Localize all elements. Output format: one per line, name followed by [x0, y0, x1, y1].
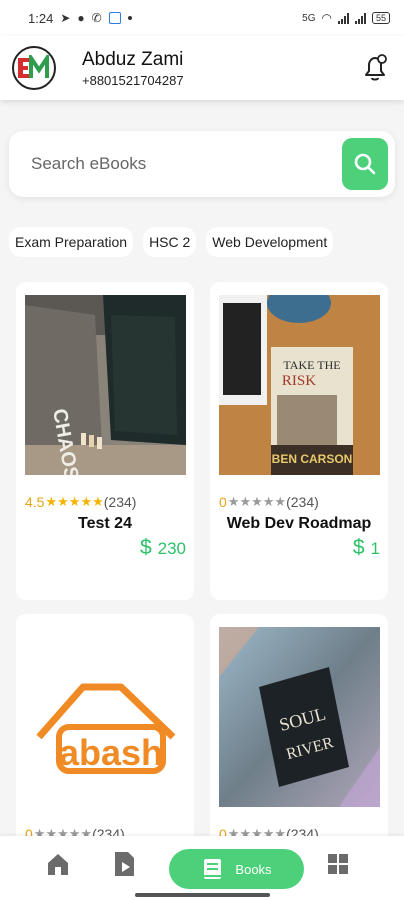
- app-notification-icon: [108, 12, 121, 24]
- nav-books[interactable]: Books: [169, 849, 304, 889]
- user-name: Abduz Zami: [82, 48, 184, 70]
- star-icon: ★: [57, 494, 69, 509]
- search-input[interactable]: [31, 154, 342, 174]
- star-icon: ★: [68, 494, 81, 509]
- network-speed-label: 5G: [302, 12, 316, 24]
- star-icon: ★: [92, 494, 104, 509]
- price-value: 230: [157, 539, 186, 558]
- book-card[interactable]: CHAOS 4.5 ★★★★★ (234) Test 24 $230: [16, 282, 194, 600]
- search-button[interactable]: [342, 138, 388, 190]
- star-icon: ★: [80, 494, 93, 509]
- bottom-navigation: Books: [0, 836, 404, 900]
- nav-videos[interactable]: [109, 849, 139, 879]
- book-card[interactable]: SOUL RIVER 0 ★★★★★ (234): [210, 614, 388, 844]
- video-file-icon: [115, 852, 134, 876]
- user-info: Abduz Zami +8801521704287: [82, 49, 358, 88]
- book-title: Web Dev Roadmap: [226, 515, 372, 532]
- signal-icon-1: [337, 12, 349, 24]
- home-icon: [48, 854, 68, 875]
- nav-grid[interactable]: [323, 849, 353, 879]
- app-logo[interactable]: [12, 46, 56, 90]
- book-price: $230: [140, 536, 186, 560]
- book-title: Test 24: [78, 515, 132, 532]
- more-notifications-icon: [127, 16, 132, 20]
- book-price: $1: [353, 536, 380, 560]
- notification-button[interactable]: [358, 51, 392, 85]
- status-bar: 1:24 ➤ ● ✆ 5G ◠ 55: [0, 0, 404, 36]
- book-cover-text: TAKE THE: [283, 358, 340, 372]
- bell-icon: [365, 54, 387, 81]
- star-icon: ★: [45, 494, 58, 509]
- nav-books-label: Books: [235, 861, 272, 877]
- book-cover: SOUL RIVER: [219, 627, 380, 807]
- star-icon: ★: [274, 494, 287, 509]
- search-icon: [354, 153, 376, 175]
- home-indicator: [135, 893, 270, 897]
- category-chip[interactable]: HSC 2: [143, 227, 197, 257]
- rating-value: 0: [219, 494, 227, 510]
- book-rating: 4.5 ★★★★★ (234): [25, 494, 136, 510]
- review-count: (234): [103, 494, 137, 510]
- category-chip[interactable]: Web Development: [206, 227, 334, 257]
- nav-home[interactable]: [43, 849, 73, 879]
- star-rating: ★★★★★: [45, 494, 103, 510]
- logo-icon: [18, 55, 49, 78]
- category-chips: Exam Preparation HSC 2 Web Development: [9, 227, 334, 257]
- star-icon: ★: [251, 494, 263, 509]
- book-cover-text: RISK: [282, 373, 316, 389]
- book-cover-text: abash: [59, 732, 163, 773]
- wifi-icon: ◠: [321, 11, 332, 25]
- book-cover: abash: [25, 627, 186, 807]
- star-icon: ★: [227, 494, 240, 509]
- star-icon: ★: [239, 494, 252, 509]
- rating-value: 4.5: [25, 494, 45, 510]
- currency-symbol: $: [352, 536, 365, 559]
- status-time: 1:24: [28, 10, 54, 26]
- send-icon: ➤: [60, 11, 71, 25]
- book-cover-text: BEN CARSON: [272, 452, 353, 466]
- category-chip[interactable]: Exam Preparation: [9, 227, 134, 257]
- call-icon: ✆: [91, 11, 102, 25]
- price-value: 1: [370, 539, 380, 558]
- book-card[interactable]: abash 0 ★★★★★ (234): [16, 614, 194, 844]
- user-phone: +8801521704287: [82, 72, 184, 88]
- star-rating: ★★★★★: [228, 494, 286, 510]
- review-count: (234): [286, 494, 319, 510]
- grid-icon: [328, 854, 348, 874]
- star-icon: ★: [262, 494, 275, 509]
- book-card[interactable]: TAKE THE RISK BEN CARSON 0 ★★★★★ (234) W…: [210, 282, 388, 600]
- messenger-icon: ●: [77, 11, 85, 25]
- app-header: Abduz Zami +8801521704287: [0, 36, 404, 100]
- book-cover: TAKE THE RISK BEN CARSON: [219, 295, 380, 475]
- book-rating: 0 ★★★★★ (234): [219, 494, 319, 510]
- battery-icon: 55: [371, 12, 390, 24]
- book-icon: [204, 859, 222, 879]
- book-cover: CHAOS: [25, 295, 186, 475]
- currency-symbol: $: [139, 536, 152, 559]
- search-bar: [9, 131, 395, 197]
- signal-icon-2: [354, 12, 366, 24]
